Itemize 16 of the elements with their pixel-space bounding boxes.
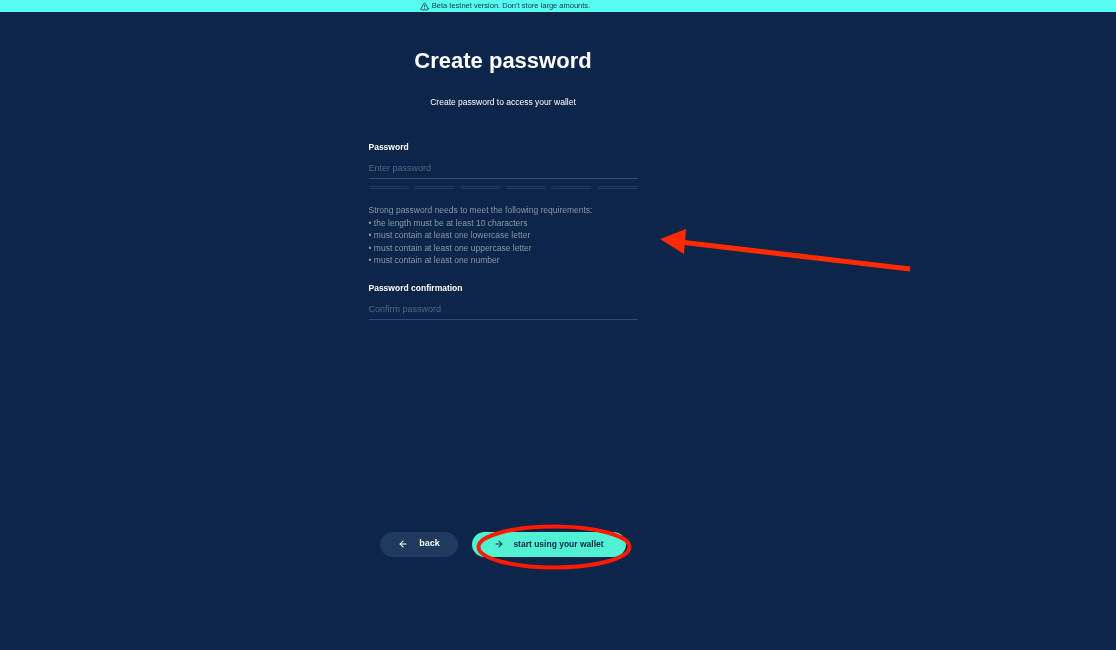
arrow-right-icon (494, 539, 505, 549)
requirement-item: • must contain at least one uppercase letter (368, 241, 533, 254)
password-field[interactable]: Enter password (368, 161, 638, 179)
requirement-item: • must contain at least one lowercase letter (368, 229, 532, 242)
requirements-intro: Strong password needs to meet the following requirements: (368, 204, 594, 217)
start-wallet-button[interactable]: start using your wallet (472, 531, 626, 557)
arrow-left-icon (398, 539, 409, 549)
warning-icon (419, 1, 429, 11)
requirement-item: • the length must be at least 10 characters (368, 216, 529, 229)
password-label: Password (368, 142, 410, 152)
page-title: Create password (414, 49, 592, 73)
requirement-item: • must contain at least one number (368, 254, 501, 267)
confirmation-label: Password confirmation (368, 282, 464, 293)
back-button[interactable]: back (380, 531, 458, 557)
confirm-password-field[interactable]: Confirm password (368, 301, 638, 320)
page-subtitle: Create password to access your wallet (430, 97, 576, 107)
